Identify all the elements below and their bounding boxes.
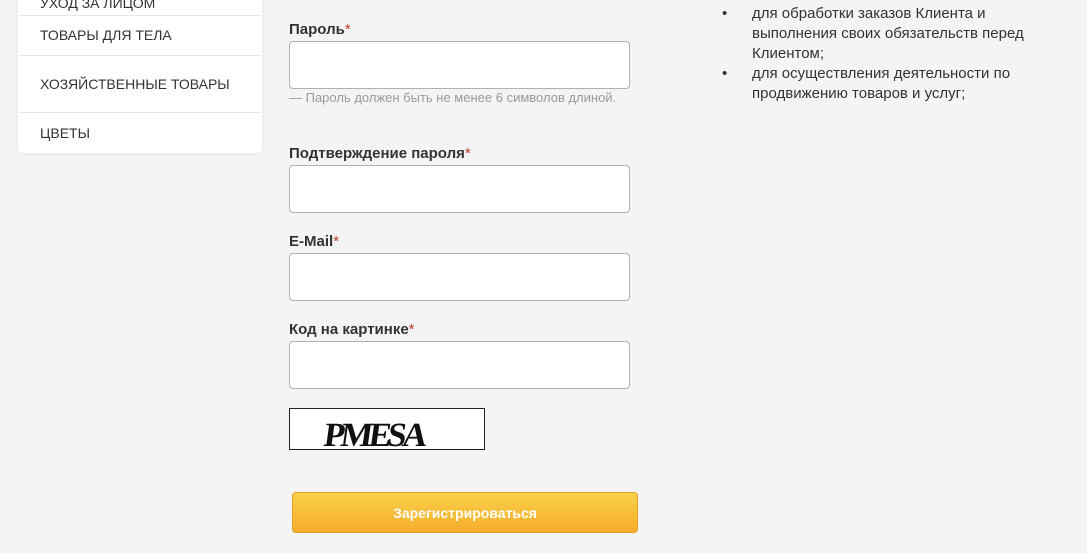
sidebar-item-label: Хозяйственные товары (40, 75, 230, 92)
captcha-image: PMESA (289, 408, 485, 450)
sidebar-item-household-goods[interactable]: Хозяйственные товары (18, 56, 262, 113)
password-label: Пароль* (289, 21, 351, 38)
captcha-code-label-text: Код на картинке (289, 321, 409, 338)
password-field[interactable] (289, 41, 630, 89)
consent-purposes-list: • для обработки заказов Клиента и выполн… (722, 4, 1067, 104)
required-mark: * (333, 233, 340, 250)
captcha-graphic: PMESA (322, 417, 430, 450)
password-confirm-field[interactable] (289, 165, 630, 213)
captcha-code-field[interactable] (289, 341, 630, 389)
required-mark: * (408, 321, 415, 338)
password-confirm-label: Подтверждение пароля* (289, 145, 471, 162)
register-button[interactable]: Зарегистрироваться (292, 492, 638, 533)
sidebar-item-face-care[interactable]: Уход за лицом (18, 0, 262, 16)
captcha-text: PMESA (322, 417, 430, 450)
bullet: • (722, 65, 728, 82)
sidebar-item-label: Товары для тела (40, 27, 172, 43)
email-label-text: E-Mail (289, 233, 334, 250)
list-item-text: для осуществления деятельности по продви… (752, 65, 1011, 102)
required-mark: * (344, 21, 351, 38)
bullet: • (722, 5, 728, 22)
list-item-text: для обработки заказов Клиента и выполнен… (752, 5, 1024, 62)
required-mark: * (464, 145, 471, 162)
password-hint: — Пароль должен быть не менее 6 символов… (289, 90, 617, 105)
sidebar-item-label: Уход за лицом (40, 0, 156, 11)
email-label: E-Mail* (289, 233, 339, 250)
sidebar-item-body-goods[interactable]: Товары для тела (18, 16, 262, 56)
category-sidebar: Уход за лицом Товары для тела Хозяйствен… (17, 0, 263, 154)
sidebar-item-label: Цветы (40, 124, 90, 141)
list-item: • для обработки заказов Клиента и выполн… (722, 4, 1067, 64)
sidebar-item-flowers[interactable]: Цветы (18, 113, 262, 153)
password-label-text: Пароль (289, 21, 345, 38)
captcha-code-label: Код на картинке* (289, 321, 415, 338)
list-item: • для осуществления деятельности по прод… (722, 64, 1067, 104)
email-field[interactable] (289, 253, 630, 301)
password-confirm-label-text: Подтверждение пароля (289, 145, 465, 162)
